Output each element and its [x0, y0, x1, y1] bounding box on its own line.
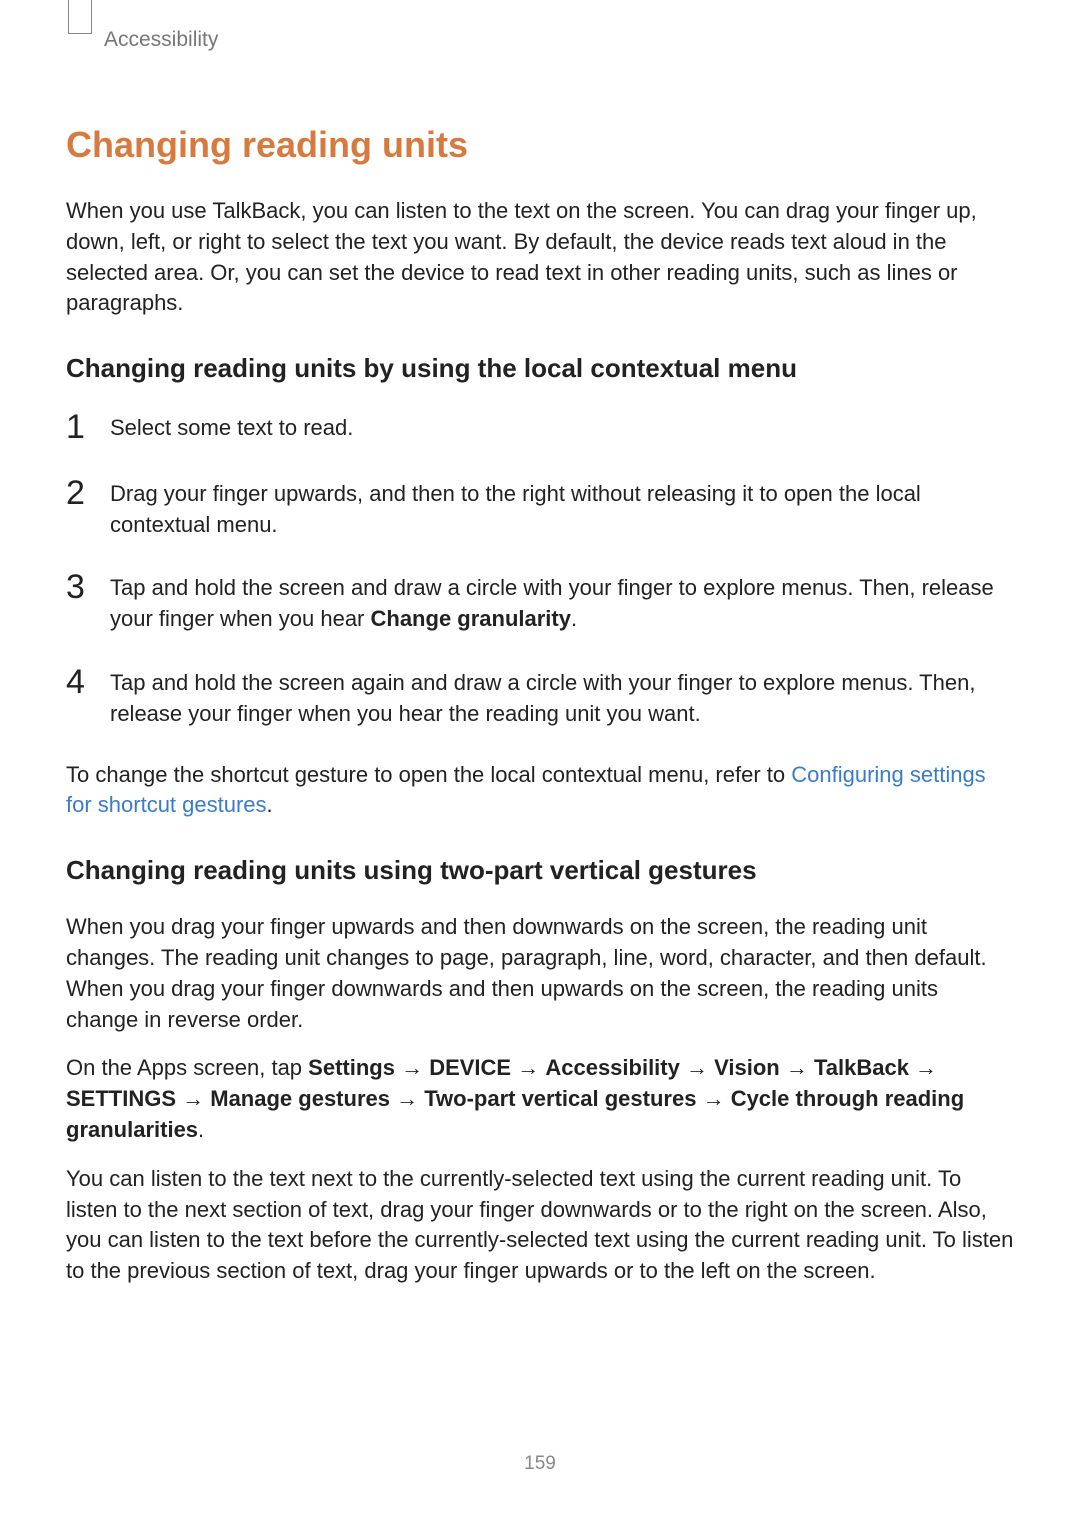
nav-arrow: →	[680, 1055, 714, 1080]
step-2: 2 Drag your finger upwards, and then to …	[66, 476, 1014, 541]
step-text: Select some text to read.	[110, 410, 353, 444]
page-corner-decoration	[68, 0, 92, 34]
nav-settings: Settings	[308, 1055, 395, 1080]
nav-pre: On the Apps screen, tap	[66, 1055, 308, 1080]
two-part-description: When you drag your finger upwards and th…	[66, 912, 1014, 1035]
step-number: 3	[66, 570, 110, 606]
step-3: 3 Tap and hold the screen and draw a cir…	[66, 570, 1014, 635]
nav-settings-cap: SETTINGS	[66, 1086, 176, 1111]
step-4: 4 Tap and hold the screen again and draw…	[66, 665, 1014, 730]
nav-manage-gestures: Manage gestures	[210, 1086, 390, 1111]
shortcut-gesture-note: To change the shortcut gesture to open t…	[66, 760, 1014, 822]
nav-two-part: Two-part vertical gestures	[424, 1086, 696, 1111]
nav-arrow: →	[176, 1086, 210, 1111]
subheading-two-part: Changing reading units using two-part ve…	[66, 855, 1014, 886]
subheading-local-contextual: Changing reading units by using the loca…	[66, 353, 1014, 384]
step-text: Drag your finger upwards, and then to th…	[110, 476, 1014, 541]
nav-arrow: →	[696, 1086, 730, 1111]
nav-arrow: →	[909, 1055, 937, 1080]
navigation-path: On the Apps screen, tap Settings → DEVIC…	[66, 1053, 1014, 1145]
listen-text-paragraph: You can listen to the text next to the c…	[66, 1164, 1014, 1287]
nav-arrow: →	[780, 1055, 814, 1080]
step-1: 1 Select some text to read.	[66, 410, 1014, 446]
nav-arrow: →	[395, 1055, 429, 1080]
nav-arrow: →	[511, 1055, 545, 1080]
note-post: .	[267, 792, 273, 817]
intro-paragraph: When you use TalkBack, you can listen to…	[66, 196, 1014, 319]
nav-accessibility: Accessibility	[545, 1055, 680, 1080]
step3-post: .	[571, 606, 577, 631]
step3-bold: Change granularity	[371, 606, 571, 631]
step-number: 4	[66, 665, 110, 701]
main-heading: Changing reading units	[66, 124, 1014, 166]
step-text: Tap and hold the screen again and draw a…	[110, 665, 1014, 730]
nav-device: DEVICE	[429, 1055, 511, 1080]
step-number: 1	[66, 410, 110, 446]
step-number: 2	[66, 476, 110, 512]
step-text: Tap and hold the screen and draw a circl…	[110, 570, 1014, 635]
nav-arrow: →	[390, 1086, 424, 1111]
page-content: Accessibility Changing reading units Whe…	[0, 0, 1080, 1287]
breadcrumb: Accessibility	[104, 28, 1014, 52]
nav-dot: .	[198, 1117, 204, 1142]
note-pre: To change the shortcut gesture to open t…	[66, 762, 791, 787]
page-number: 159	[0, 1453, 1080, 1475]
nav-vision: Vision	[714, 1055, 780, 1080]
nav-talkback: TalkBack	[814, 1055, 909, 1080]
